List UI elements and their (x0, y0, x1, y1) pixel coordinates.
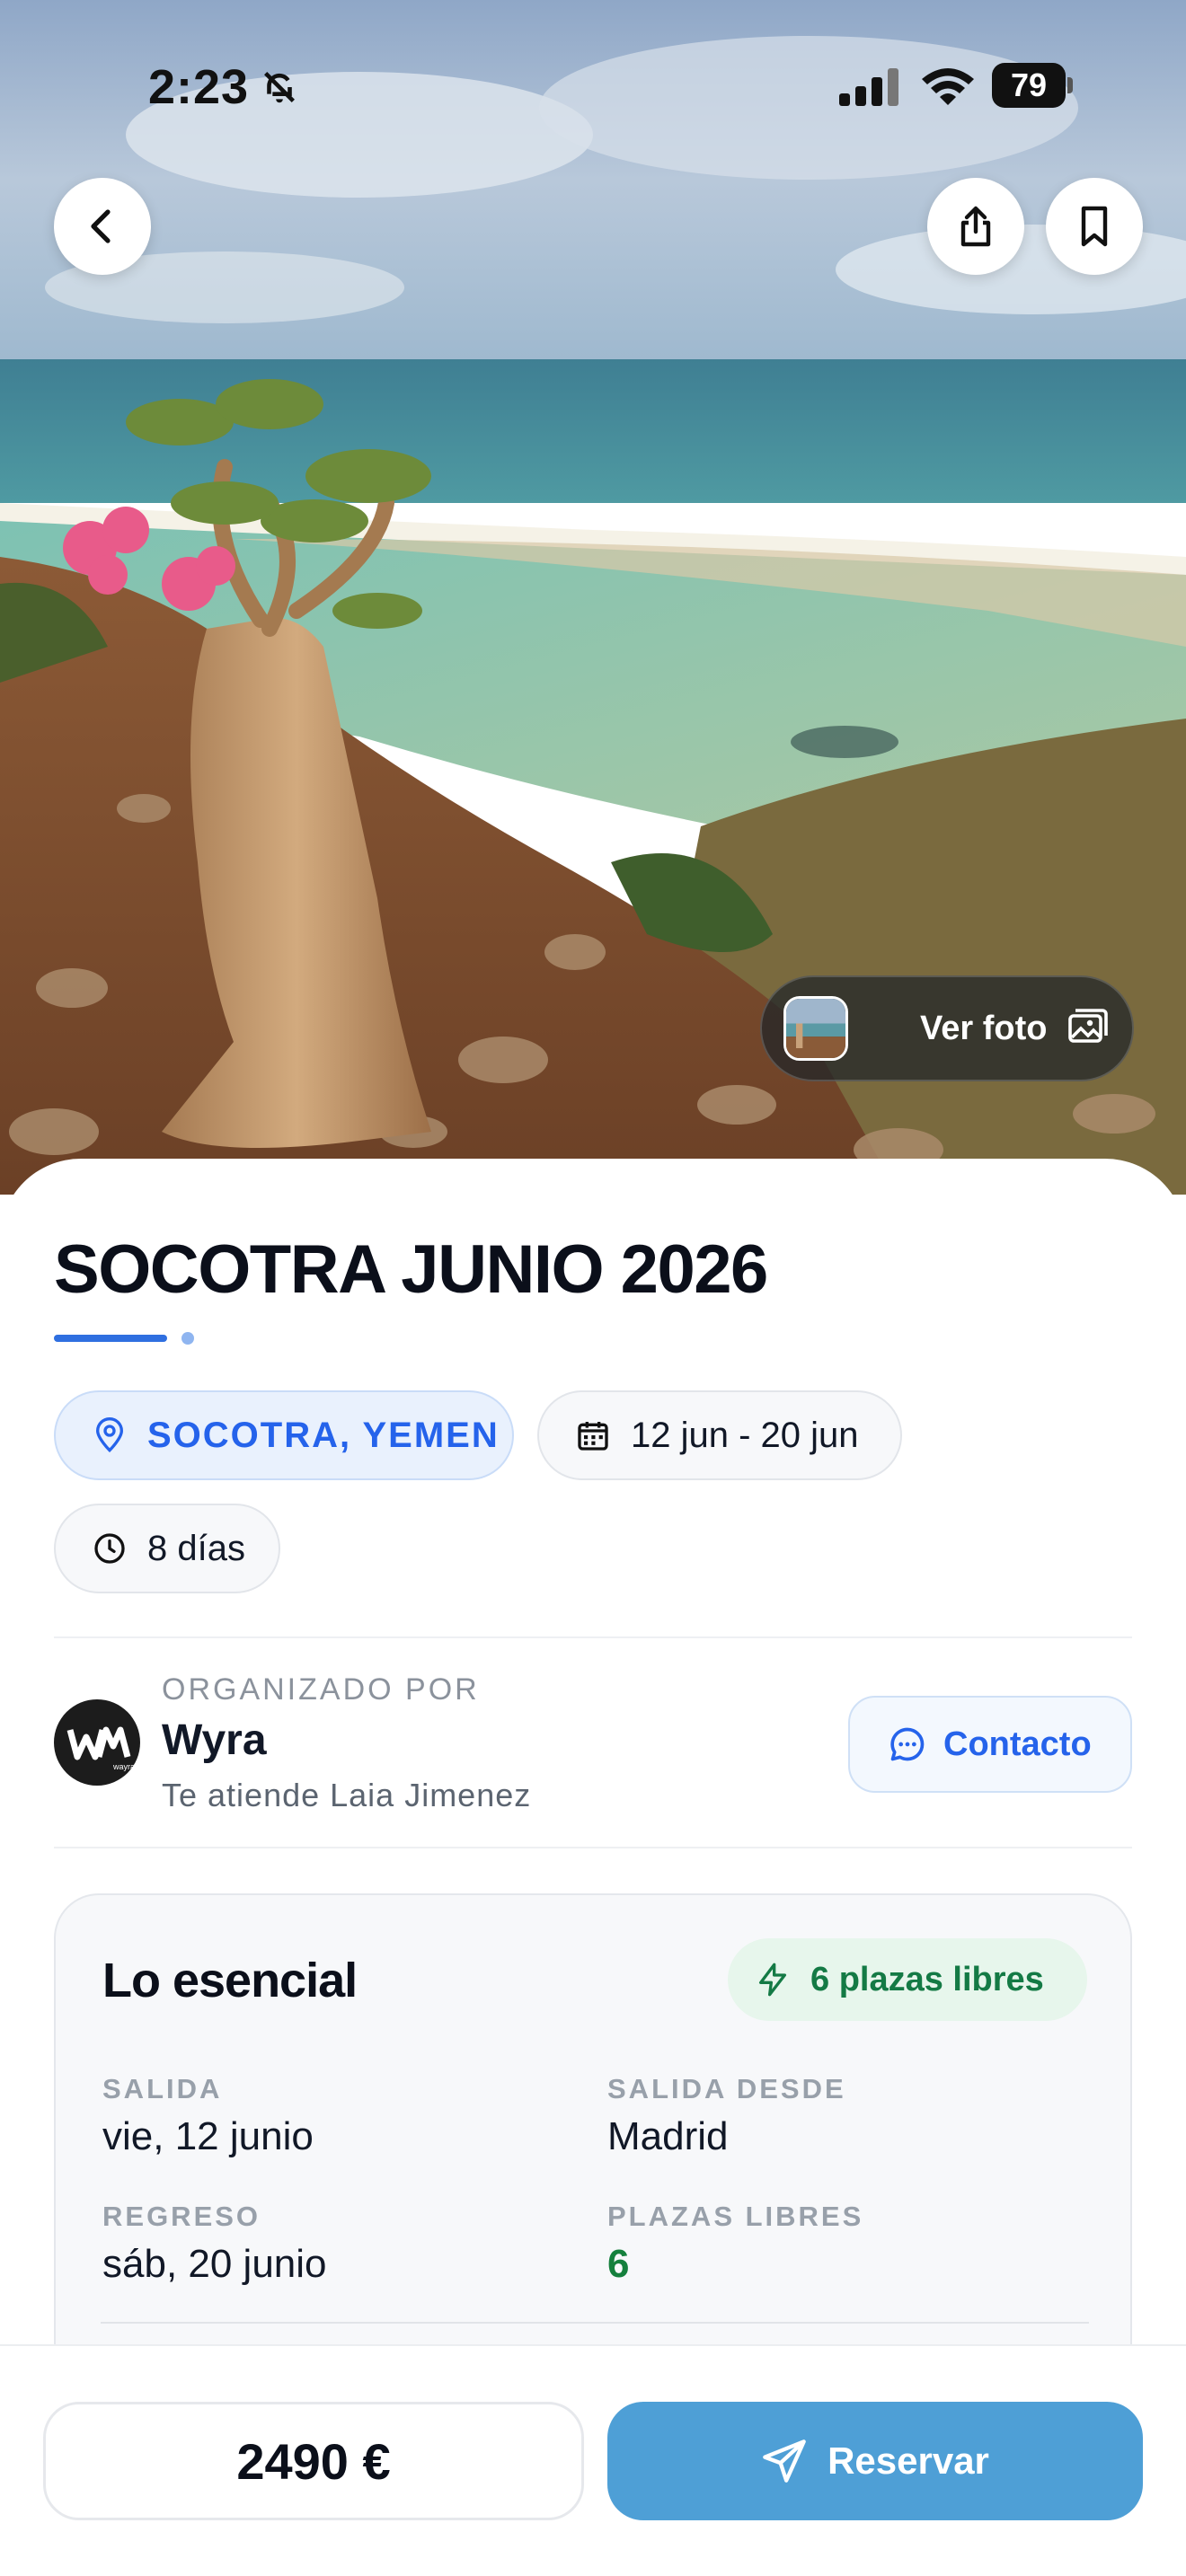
reserve-button[interactable]: Reservar (607, 2402, 1143, 2520)
chevron-left-icon (91, 209, 111, 243)
price-display: 2490 € (43, 2402, 584, 2520)
status-time: 2:23 (148, 60, 250, 114)
view-photo-button[interactable]: Ver foto (760, 975, 1134, 1081)
photo-thumbnail (783, 996, 848, 1061)
return-label: REGRESO (102, 2201, 261, 2232)
hero-image[interactable]: 2:23 79 Ver foto (0, 0, 1186, 1195)
trip-title: SOCOTRA JUNIO 2026 (54, 1231, 768, 1308)
share-button[interactable] (927, 178, 1024, 275)
calendar-icon (578, 1422, 608, 1451)
dates-chip[interactable]: 12 jun - 20 jun (537, 1390, 902, 1480)
essentials-card: Lo esencial 6 plazas libres SALIDA vie, … (54, 1893, 1132, 2396)
back-button[interactable] (54, 178, 151, 275)
battery-indicator: 79 (992, 63, 1073, 108)
duration-label: 8 días (147, 1528, 245, 1568)
view-photo-label: Ver foto (920, 1009, 1048, 1047)
contact-button[interactable]: Contacto (848, 1696, 1132, 1793)
dates-label: 12 jun - 20 jun (631, 1415, 859, 1455)
organizer-avatar[interactable]: wayra (54, 1699, 140, 1786)
share-icon (960, 206, 991, 247)
trip-detail-sheet: SOCOTRA JUNIO 2026 SOCOTRA, YEMEN 12 jun… (0, 1159, 1186, 2396)
bookmark-button[interactable] (1046, 178, 1143, 275)
bell-off-icon (264, 72, 295, 103)
organizer-label: ORGANIZADO POR (162, 1672, 480, 1707)
lightning-icon (759, 1963, 786, 1997)
duration-chip[interactable]: 8 días (54, 1504, 280, 1593)
image-gallery-icon (1068, 1009, 1109, 1043)
organizer-name[interactable]: Wyra (162, 1716, 267, 1765)
avatar-logo-text: wayra (112, 1762, 135, 1771)
departure-from-label: SALIDA DESDE (607, 2073, 846, 2104)
divider (54, 1636, 1132, 1638)
reserve-label: Reservar (828, 2439, 989, 2482)
location-chip[interactable]: SOCOTRA, YEMEN (54, 1390, 514, 1480)
divider (54, 1847, 1132, 1848)
status-bar: 2:23 79 (0, 0, 1186, 171)
departure-label: SALIDA (102, 2073, 223, 2104)
wifi-icon (922, 68, 974, 105)
free-seats-label: PLAZAS LIBRES (607, 2201, 864, 2232)
bookmark-icon (1081, 206, 1108, 247)
pager-dot (181, 1332, 194, 1345)
location-label: SOCOTRA, YEMEN (147, 1415, 500, 1455)
clock-icon (94, 1533, 125, 1564)
cellular-signal-icon (839, 68, 898, 106)
free-seats-value: 6 (607, 2242, 630, 2286)
departure-from-value: Madrid (607, 2114, 729, 2158)
chat-bubble-icon (890, 1727, 925, 1761)
pager-active-dot (54, 1335, 167, 1342)
card-divider (101, 2322, 1089, 2324)
map-pin-icon (95, 1417, 124, 1453)
contact-label: Contacto (943, 1725, 1092, 1763)
essentials-title: Lo esencial (102, 1954, 358, 2007)
departure-value: vie, 12 junio (102, 2114, 314, 2158)
booking-bar: 2490 € Reservar (0, 2344, 1186, 2576)
seats-available-badge: 6 plazas libres (728, 1938, 1087, 2021)
battery-level: 79 (992, 63, 1066, 108)
return-value: sáb, 20 junio (102, 2242, 327, 2286)
paper-plane-icon (763, 2439, 806, 2483)
seats-badge-label: 6 plazas libres (810, 1960, 1044, 1998)
organizer-agent: Te atiende Laia Jimenez (162, 1777, 532, 1813)
